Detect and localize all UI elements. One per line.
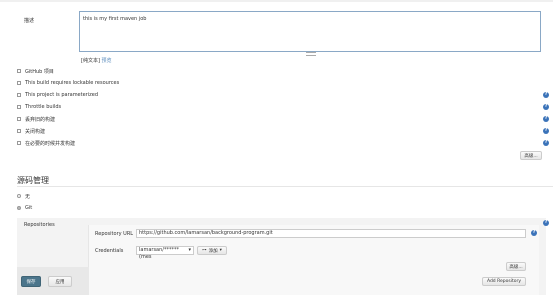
checkbox[interactable]	[17, 69, 21, 73]
checkbox[interactable]	[17, 117, 21, 121]
add-label: 添加	[208, 248, 218, 254]
repositories-label: Repositories	[24, 222, 55, 228]
key-icon: ⊶	[202, 248, 207, 253]
add-credentials-button[interactable]: ⊶ 添加 ▾	[197, 246, 227, 255]
checkbox[interactable]	[17, 105, 21, 109]
top-divider	[0, 0, 553, 2]
section-divider	[17, 186, 553, 187]
plain-text-label: [纯文本]	[81, 58, 100, 64]
preview-link[interactable]: 预览	[102, 58, 112, 64]
credentials-select[interactable]: lamarsan/****** (mes ▾	[136, 246, 194, 260]
radio-label: 无	[25, 193, 31, 200]
option-concurrent-builds[interactable]: 在必要的时候并发构建	[17, 139, 75, 147]
repository-url-input[interactable]: https://github.com/lamarsan/background-p…	[136, 229, 526, 238]
description-textarea[interactable]: this is my first maven job	[79, 11, 541, 52]
repository-url-label: Repository URL	[95, 231, 134, 237]
option-parameterized[interactable]: This project is parameterized	[17, 91, 98, 99]
option-label: 关闭构建	[25, 128, 46, 135]
checkbox[interactable]	[17, 81, 21, 85]
radio-label: Git	[25, 205, 33, 211]
option-label: GitHub 项目	[25, 68, 54, 75]
scm-option-git[interactable]: Git	[17, 204, 32, 212]
option-label: 在必要的时候并发构建	[25, 140, 76, 147]
checkbox[interactable]	[17, 93, 21, 97]
add-repository-button[interactable]: Add Repository	[482, 277, 526, 286]
help-icon[interactable]: ?	[531, 230, 537, 236]
chevron-down-icon: ▾	[219, 248, 222, 253]
option-throttle-builds[interactable]: Throttle builds	[17, 103, 61, 111]
scm-section-title: 源码管理	[17, 176, 49, 185]
scm-option-none[interactable]: 无	[17, 192, 30, 200]
checkbox[interactable]	[17, 141, 21, 145]
option-label: 丢弃旧的构建	[25, 116, 56, 123]
radio-button[interactable]	[17, 194, 21, 198]
advanced-button[interactable]: 高级...	[520, 151, 542, 160]
help-icon[interactable]: ?	[543, 104, 549, 110]
help-icon[interactable]: ?	[543, 92, 549, 98]
option-label: This build requires lockable resources	[25, 80, 120, 86]
option-discard-old-builds[interactable]: 丢弃旧的构建	[17, 115, 55, 123]
description-label: 描述	[24, 18, 35, 24]
option-disable-build[interactable]: 关闭构建	[17, 127, 45, 135]
apply-button[interactable]: 应用	[48, 276, 72, 287]
repo-advanced-button[interactable]: 高级...	[506, 262, 526, 271]
help-icon[interactable]: ?	[543, 220, 549, 226]
option-lockable-resources[interactable]: This build requires lockable resources	[17, 79, 119, 87]
credentials-label: Credentials	[95, 248, 124, 254]
help-icon[interactable]: ?	[543, 116, 549, 122]
radio-button[interactable]	[17, 206, 21, 210]
help-icon[interactable]: ?	[543, 140, 549, 146]
textarea-resize-grip[interactable]	[306, 52, 316, 56]
option-github-project[interactable]: GitHub 项目	[17, 67, 54, 75]
chevron-down-icon: ▾	[188, 247, 191, 253]
help-icon[interactable]: ?	[543, 128, 549, 134]
format-links: [纯文本] 预览	[81, 57, 112, 64]
save-button[interactable]: 保存	[21, 276, 41, 287]
checkbox[interactable]	[17, 129, 21, 133]
option-label: This project is parameterized	[25, 92, 98, 98]
option-label: Throttle builds	[25, 104, 62, 110]
